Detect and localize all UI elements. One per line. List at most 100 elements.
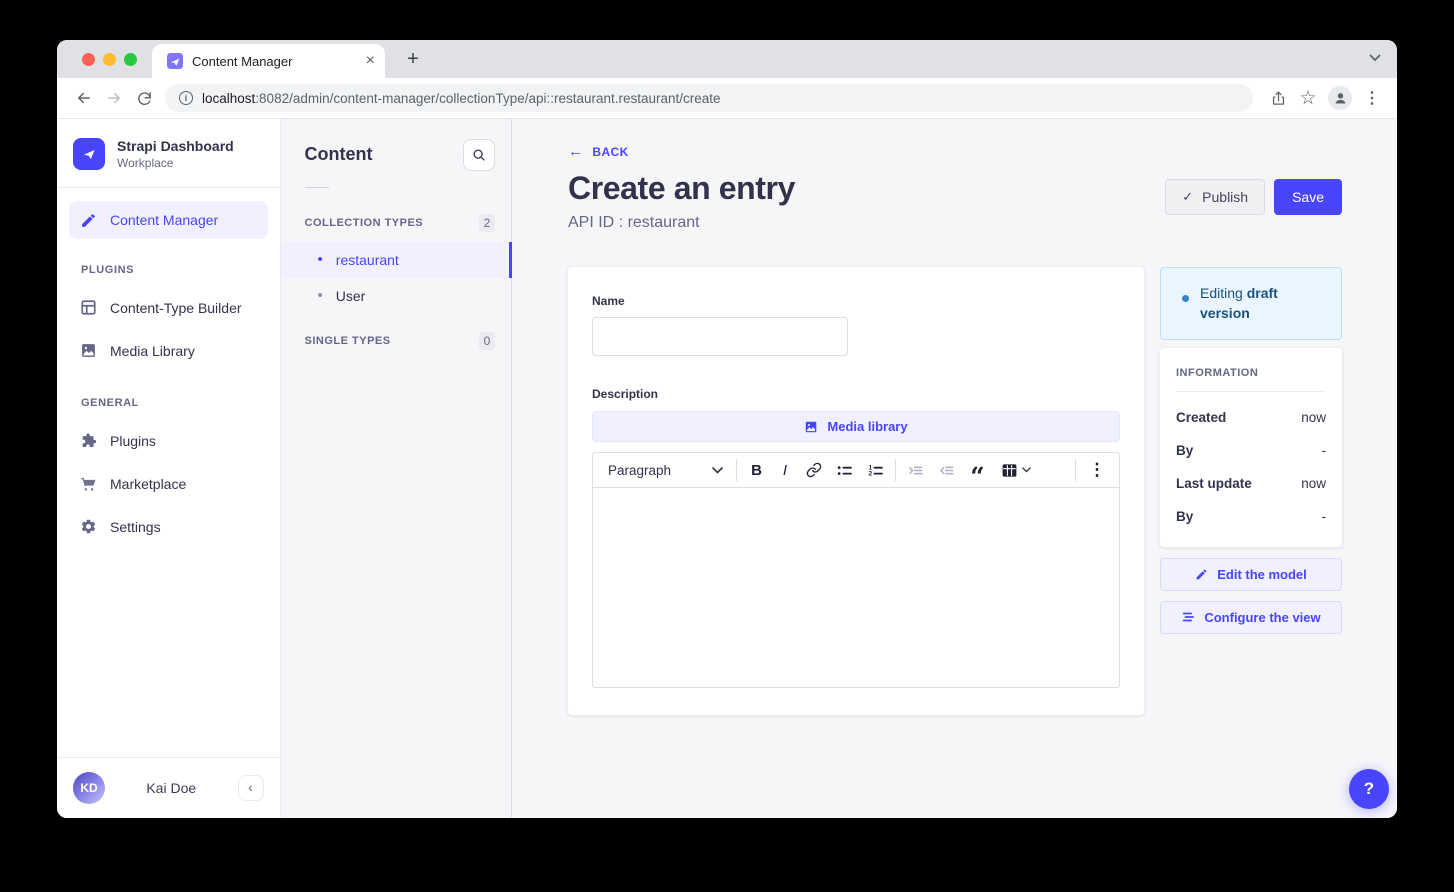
sidebar-item-label: Plugins xyxy=(110,433,156,449)
table-icon xyxy=(1001,462,1018,479)
media-library-icon xyxy=(804,420,818,434)
numbered-list-button[interactable]: 12 xyxy=(860,457,891,483)
browser-tab-strip: Content Manager × + xyxy=(57,40,1397,78)
share-icon[interactable] xyxy=(1263,83,1293,113)
subnav-item-user[interactable]: • User xyxy=(281,278,511,314)
save-button[interactable]: Save xyxy=(1274,179,1342,215)
toolbar-separator xyxy=(895,459,896,481)
configure-view-button[interactable]: Configure the view xyxy=(1160,601,1342,634)
url-path: :8082/admin/content-manager/collectionTy… xyxy=(255,91,720,106)
outdent-icon xyxy=(938,462,955,479)
bullet-list-button[interactable] xyxy=(829,457,860,483)
sidebar-item-content-type-builder[interactable]: Content-Type Builder xyxy=(69,286,268,329)
strapi-favicon xyxy=(167,53,183,69)
publish-label: Publish xyxy=(1202,189,1248,205)
entry-sidebar: Editing draft version INFORMATION Create… xyxy=(1160,267,1342,634)
numbered-list-icon: 12 xyxy=(867,462,884,479)
blockquote-button[interactable]: “ xyxy=(962,457,993,483)
window-controls xyxy=(82,53,137,66)
chevron-down-icon xyxy=(1022,467,1031,473)
indent-icon xyxy=(907,462,924,479)
sidebar-section-general: GENERAL xyxy=(57,372,280,419)
browser-back-icon[interactable] xyxy=(69,83,99,113)
main-content: ← BACK Create an entry API ID : restaura… xyxy=(512,119,1397,818)
sidebar-item-settings[interactable]: Settings xyxy=(69,505,268,548)
name-input[interactable] xyxy=(592,317,848,356)
browser-menu-icon[interactable]: ⋮ xyxy=(1357,83,1387,113)
back-link[interactable]: ← BACK xyxy=(568,144,629,159)
richtext-editor: Paragraph B I xyxy=(592,452,1120,688)
new-tab-button[interactable]: + xyxy=(399,45,427,73)
edit-model-button[interactable]: Edit the model xyxy=(1160,558,1342,591)
collection-types-label: COLLECTION TYPES xyxy=(305,217,424,229)
info-row-updated-by: By - xyxy=(1176,509,1326,524)
tab-close-icon[interactable]: × xyxy=(366,53,375,69)
fullscreen-window-button[interactable] xyxy=(124,53,137,66)
info-row-created: Created now xyxy=(1176,410,1326,425)
puzzle-icon xyxy=(80,432,97,449)
bold-button[interactable]: B xyxy=(741,457,772,483)
layout-icon xyxy=(80,299,97,316)
link-icon xyxy=(806,462,822,478)
user-avatar[interactable]: KD xyxy=(73,772,105,804)
subnav-divider xyxy=(305,187,329,188)
collapse-sidebar-button[interactable]: ‹ xyxy=(238,775,264,801)
sidebar-user-row: KD Kai Doe ‹ xyxy=(57,757,280,818)
workspace-brand[interactable]: Strapi Dashboard Workplace xyxy=(57,119,280,187)
draft-status-text: Editing draft version xyxy=(1200,283,1327,324)
search-icon xyxy=(472,148,486,162)
information-divider xyxy=(1176,391,1326,392)
back-label: BACK xyxy=(592,145,628,159)
strapi-logo xyxy=(73,138,105,170)
close-window-button[interactable] xyxy=(82,53,95,66)
browser-tab[interactable]: Content Manager × xyxy=(152,44,385,78)
configure-lines-icon xyxy=(1181,610,1195,624)
browser-profile-avatar[interactable] xyxy=(1328,86,1352,110)
indent-button xyxy=(900,457,931,483)
picture-icon xyxy=(80,342,97,359)
pencil-icon xyxy=(1195,568,1208,581)
link-button[interactable] xyxy=(798,457,829,483)
information-card: INFORMATION Created now By - Last update xyxy=(1160,348,1342,547)
site-info-icon[interactable]: i xyxy=(179,91,193,105)
italic-button[interactable]: I xyxy=(772,457,798,483)
browser-reload-icon[interactable] xyxy=(129,83,159,113)
save-label: Save xyxy=(1292,189,1324,205)
table-button[interactable] xyxy=(993,457,1039,483)
single-types-count: 0 xyxy=(479,332,495,350)
chevron-down-icon xyxy=(712,467,723,474)
user-name: Kai Doe xyxy=(105,780,238,796)
minimize-window-button[interactable] xyxy=(103,53,116,66)
configure-view-label: Configure the view xyxy=(1204,610,1320,625)
info-row-created-by: By - xyxy=(1176,443,1326,458)
help-button[interactable]: ? xyxy=(1349,769,1389,809)
toolbar-separator xyxy=(1075,459,1076,481)
browser-window: Content Manager × + i localhost:8082/adm… xyxy=(57,40,1397,818)
address-bar[interactable]: i localhost:8082/admin/content-manager/c… xyxy=(165,84,1253,112)
description-textarea[interactable] xyxy=(593,488,1119,687)
back-arrow-icon: ← xyxy=(568,144,583,159)
sidebar-item-media-library[interactable]: Media Library xyxy=(69,329,268,372)
workspace-subtitle: Workplace xyxy=(117,156,234,170)
name-field-label: Name xyxy=(592,294,625,308)
sidebar-item-content-manager[interactable]: Content Manager xyxy=(69,201,268,239)
gear-icon xyxy=(80,518,97,535)
sidebar-item-label: Content Manager xyxy=(110,212,218,228)
search-button[interactable] xyxy=(463,139,495,171)
media-library-button[interactable]: Media library xyxy=(592,411,1120,442)
block-format-select[interactable]: Paragraph xyxy=(598,457,732,483)
publish-button[interactable]: ✓ Publish xyxy=(1165,179,1265,215)
subnav-item-restaurant[interactable]: • restaurant xyxy=(281,242,511,278)
tab-search-chevron-icon[interactable] xyxy=(1369,54,1381,62)
media-library-label: Media library xyxy=(827,419,907,434)
subnav-title: Content xyxy=(305,139,373,165)
sidebar-item-marketplace[interactable]: Marketplace xyxy=(69,462,268,505)
pen-icon xyxy=(80,212,97,229)
sidebar-item-label: Media Library xyxy=(110,343,195,359)
check-icon: ✓ xyxy=(1182,189,1193,205)
sidebar-item-plugins[interactable]: Plugins xyxy=(69,419,268,462)
bookmark-star-icon[interactable]: ☆ xyxy=(1293,83,1323,113)
more-options-button[interactable]: ⋮ xyxy=(1080,457,1114,483)
description-field-label: Description xyxy=(592,387,658,401)
sidebar-item-label: Content-Type Builder xyxy=(110,300,242,316)
